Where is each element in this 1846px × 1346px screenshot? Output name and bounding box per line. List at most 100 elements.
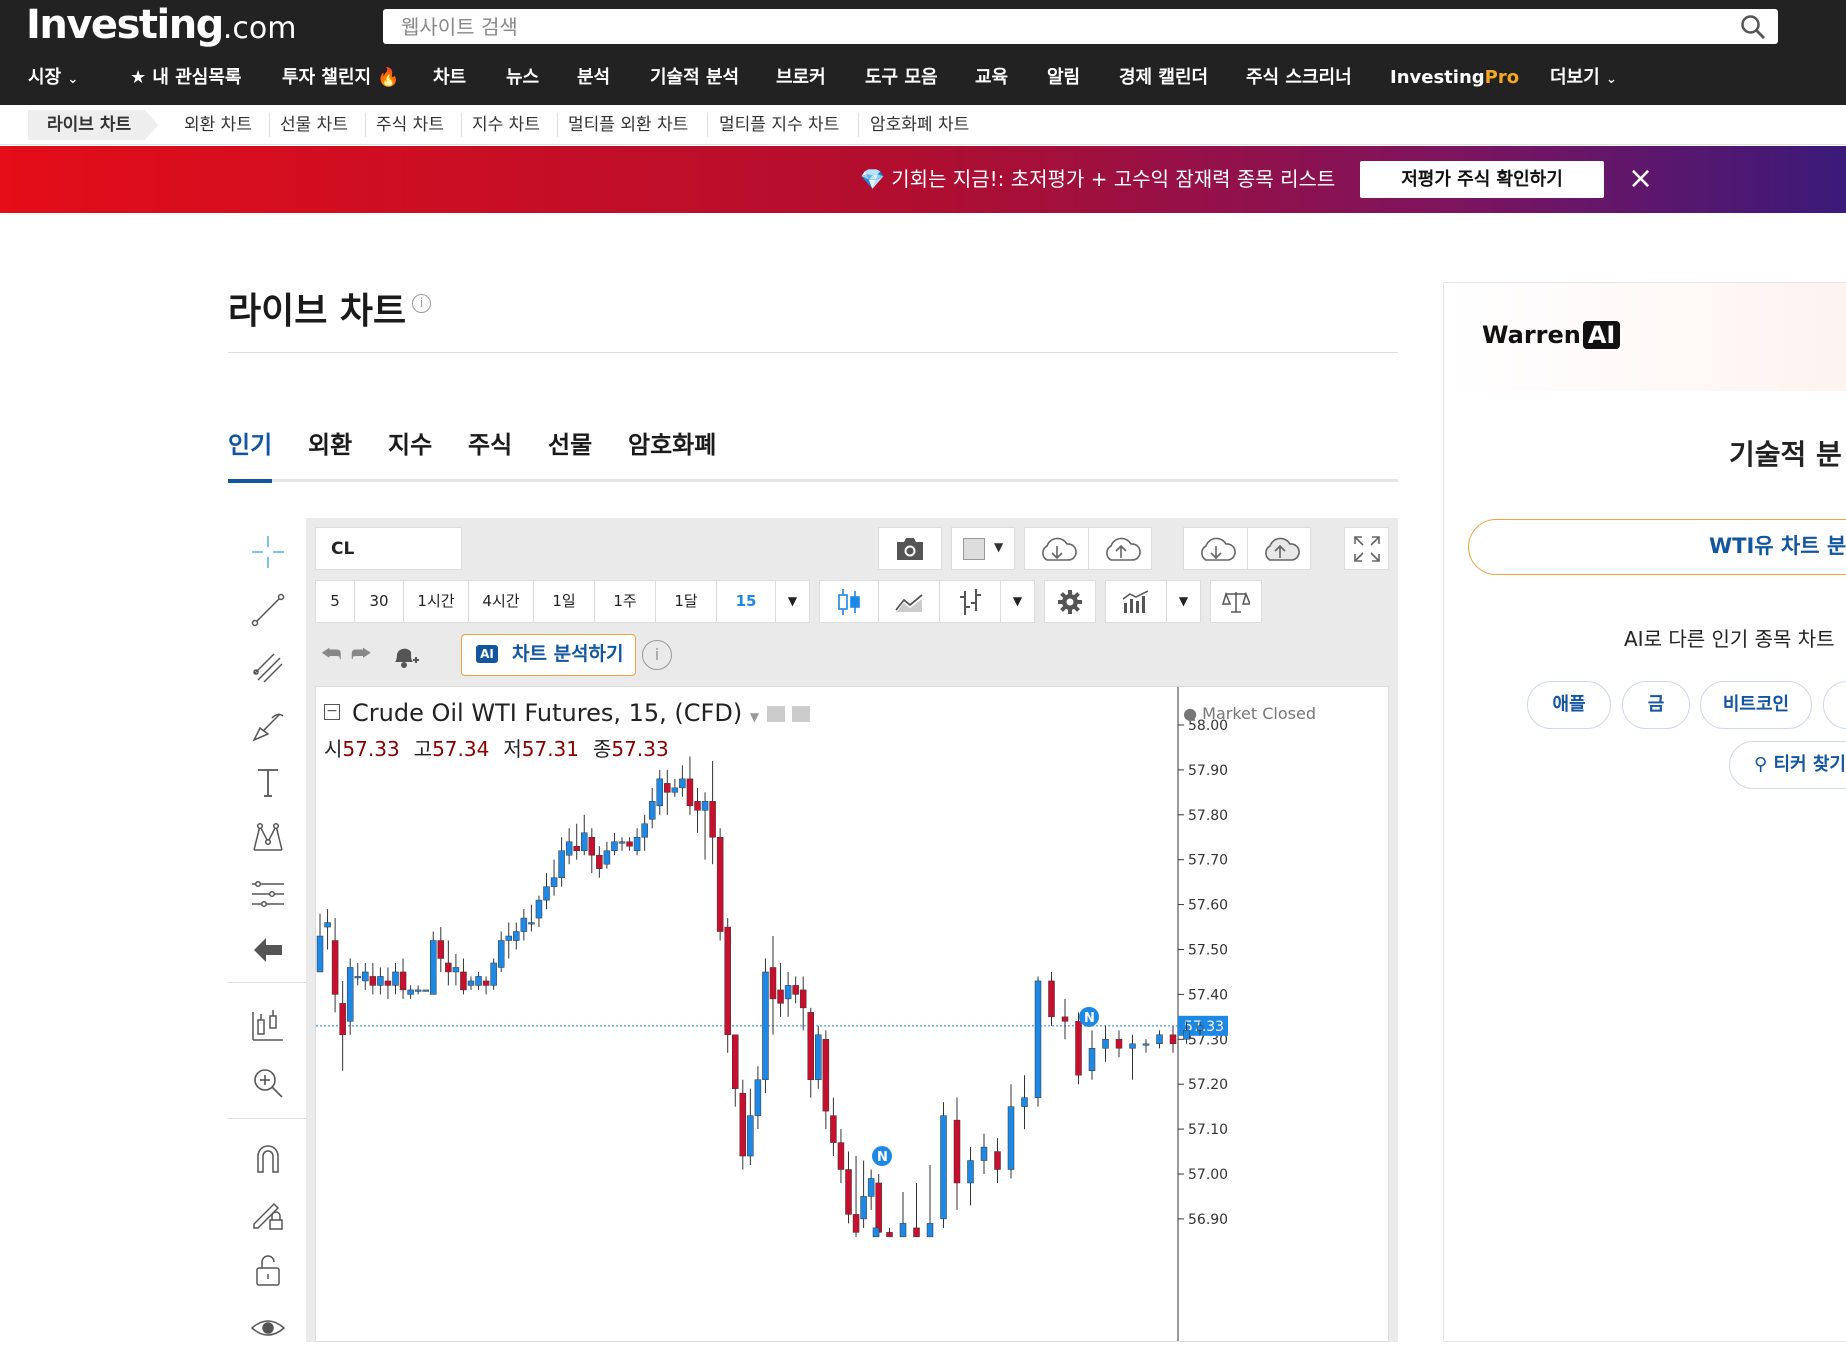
subnav-fx-chart[interactable]: 외환 차트 [184, 105, 252, 145]
interval-1h[interactable]: 1시간 [403, 580, 469, 623]
cloud-download-icon[interactable] [1037, 536, 1077, 564]
pill-bitcoin[interactable]: 비트코인 [1700, 681, 1812, 729]
nav-screener[interactable]: 주식 스크리너 [1246, 50, 1352, 105]
nav-technical[interactable]: 기술적 분석 [650, 50, 739, 105]
trend-line-icon[interactable] [250, 592, 286, 628]
candle-body [520, 917, 528, 932]
info-icon[interactable]: i [642, 640, 672, 670]
screenshot-button[interactable] [878, 527, 942, 570]
candle-body [528, 922, 535, 925]
indicators-button[interactable] [1105, 580, 1167, 623]
fib-icon[interactable] [250, 650, 286, 686]
interval-4h[interactable]: 4시간 [468, 580, 534, 623]
chart-plot-area[interactable]: 58.00 57.90 57.80 57.70 57.60 57.50 57.40 57.30… [315, 686, 1389, 1342]
nav-news[interactable]: 뉴스 [506, 50, 539, 105]
interval-1d[interactable]: 1일 [533, 580, 595, 623]
interval-15m[interactable]: 15 [716, 580, 776, 623]
site-search[interactable] [383, 9, 1778, 44]
text-tool-icon[interactable] [250, 764, 286, 800]
crosshair-icon[interactable] [250, 534, 286, 570]
subnav-live-chart[interactable]: 라이브 차트 [47, 105, 131, 145]
cloud-upload-icon[interactable] [1101, 536, 1141, 564]
symbol-input[interactable]: CL [315, 527, 462, 570]
candle-body [1156, 1034, 1163, 1045]
interval-1mo[interactable]: 1달 [655, 580, 717, 623]
unlock-icon[interactable] [250, 1252, 286, 1288]
add-alert-icon[interactable] [391, 640, 419, 670]
nav-education[interactable]: 교육 [975, 50, 1008, 105]
tab-indices[interactable]: 지수 [388, 425, 432, 460]
nav-more[interactable]: 더보기 ⌄ [1550, 50, 1617, 105]
candle-body [460, 971, 467, 991]
pattern-icon[interactable] [250, 820, 286, 856]
pill-more[interactable] [1823, 681, 1846, 729]
settings-button[interactable] [1044, 580, 1096, 623]
candlestick-chart[interactable]: 58.0057.9057.8057.7057.6057.5057.4057.30… [316, 687, 1388, 1341]
cloud-upload-icon[interactable] [1260, 536, 1300, 564]
nav-calendar[interactable]: 경제 캘린더 [1119, 50, 1208, 105]
subnav-multi-index-chart[interactable]: 멀티플 지수 차트 [719, 105, 839, 145]
subnav-multi-fx-chart[interactable]: 멀티플 외환 차트 [568, 105, 688, 145]
chart-style-picker[interactable]: ▼ [951, 527, 1015, 570]
indicators-dropdown[interactable]: ▼ [1166, 580, 1201, 623]
long-position-icon[interactable] [250, 1008, 286, 1044]
candles-button[interactable] [819, 580, 879, 623]
subnav-stock-chart[interactable]: 주식 차트 [376, 105, 444, 145]
ticker-search-button[interactable]: ⚲ 티커 찾기 [1729, 741, 1846, 789]
compare-button[interactable] [1210, 580, 1262, 623]
interval-1w[interactable]: 1주 [594, 580, 656, 623]
collapse-legend-icon[interactable]: − [324, 704, 340, 720]
nav-analysis[interactable]: 분석 [577, 50, 610, 105]
tab-forex[interactable]: 외환 [308, 425, 352, 460]
tab-popular[interactable]: 인기 [228, 425, 272, 460]
subnav-crypto-chart[interactable]: 암호화폐 차트 [870, 105, 969, 145]
eye-toggle-icon[interactable] [766, 706, 785, 722]
redo-icon[interactable]: ⮫ [351, 642, 371, 667]
pill-gold[interactable]: 금 [1622, 681, 1690, 729]
nav-tools[interactable]: 도구 모음 [865, 50, 938, 105]
interval-dropdown[interactable]: ▼ [775, 580, 810, 623]
arrow-left-icon[interactable] [250, 932, 286, 968]
undo-icon[interactable]: ⮪ [321, 642, 341, 667]
zoom-in-icon[interactable] [250, 1065, 286, 1101]
nav-brokers[interactable]: 브로커 [776, 50, 826, 105]
lock-drawing-icon[interactable] [250, 1196, 286, 1232]
search-icon[interactable] [1740, 14, 1766, 40]
measure-icon[interactable] [250, 876, 286, 912]
nav-markets[interactable]: 시장 ⌄ [28, 50, 78, 105]
nav-charts[interactable]: 차트 [433, 50, 466, 105]
candle-body [1075, 1021, 1082, 1076]
tab-crypto[interactable]: 암호화폐 [628, 425, 716, 460]
site-logo[interactable]: Investing.com [26, 2, 296, 48]
candle-body [664, 783, 671, 793]
bars-button[interactable] [939, 580, 1001, 623]
cloud-download-icon[interactable] [1196, 536, 1236, 564]
area-chart-button[interactable] [878, 580, 940, 623]
tab-futures[interactable]: 선물 [548, 425, 592, 460]
subnav-futures-chart[interactable]: 선물 차트 [280, 105, 348, 145]
fullscreen-button[interactable] [1344, 527, 1389, 570]
close-icon[interactable]: × [1628, 159, 1653, 199]
area-chart-icon [895, 594, 923, 612]
search-input[interactable] [383, 9, 1778, 44]
nav-investingpro[interactable]: InvestingPro [1390, 50, 1519, 105]
caret-down-icon[interactable]: ▼ [750, 710, 759, 724]
ai-chart-analysis-button[interactable]: AI 차트 분석하기 [461, 634, 636, 676]
subnav-index-chart[interactable]: 지수 차트 [472, 105, 540, 145]
interval-30m[interactable]: 30 [354, 580, 404, 623]
chart-type-dropdown[interactable]: ▼ [1000, 580, 1035, 623]
nav-watchlist[interactable]: ★ 내 관심목록 [130, 50, 242, 105]
info-icon[interactable]: i [412, 294, 431, 313]
candle-body [926, 1223, 934, 1238]
nav-challenge[interactable]: 투자 챌린지 🔥 [282, 50, 400, 105]
brush-icon[interactable] [250, 708, 286, 744]
wti-analysis-button[interactable]: WTI유 차트 분석 [1468, 519, 1846, 575]
gear-icon[interactable] [792, 706, 811, 722]
pill-apple[interactable]: 애플 [1527, 681, 1611, 729]
nav-alerts[interactable]: 알림 [1047, 50, 1080, 105]
eye-icon[interactable] [250, 1310, 286, 1346]
interval-5m[interactable]: 5 [315, 580, 355, 623]
banner-cta-button[interactable]: 저평가 주식 확인하기 [1360, 161, 1604, 198]
tab-stocks[interactable]: 주식 [468, 425, 512, 460]
magnet-icon[interactable] [250, 1140, 286, 1176]
